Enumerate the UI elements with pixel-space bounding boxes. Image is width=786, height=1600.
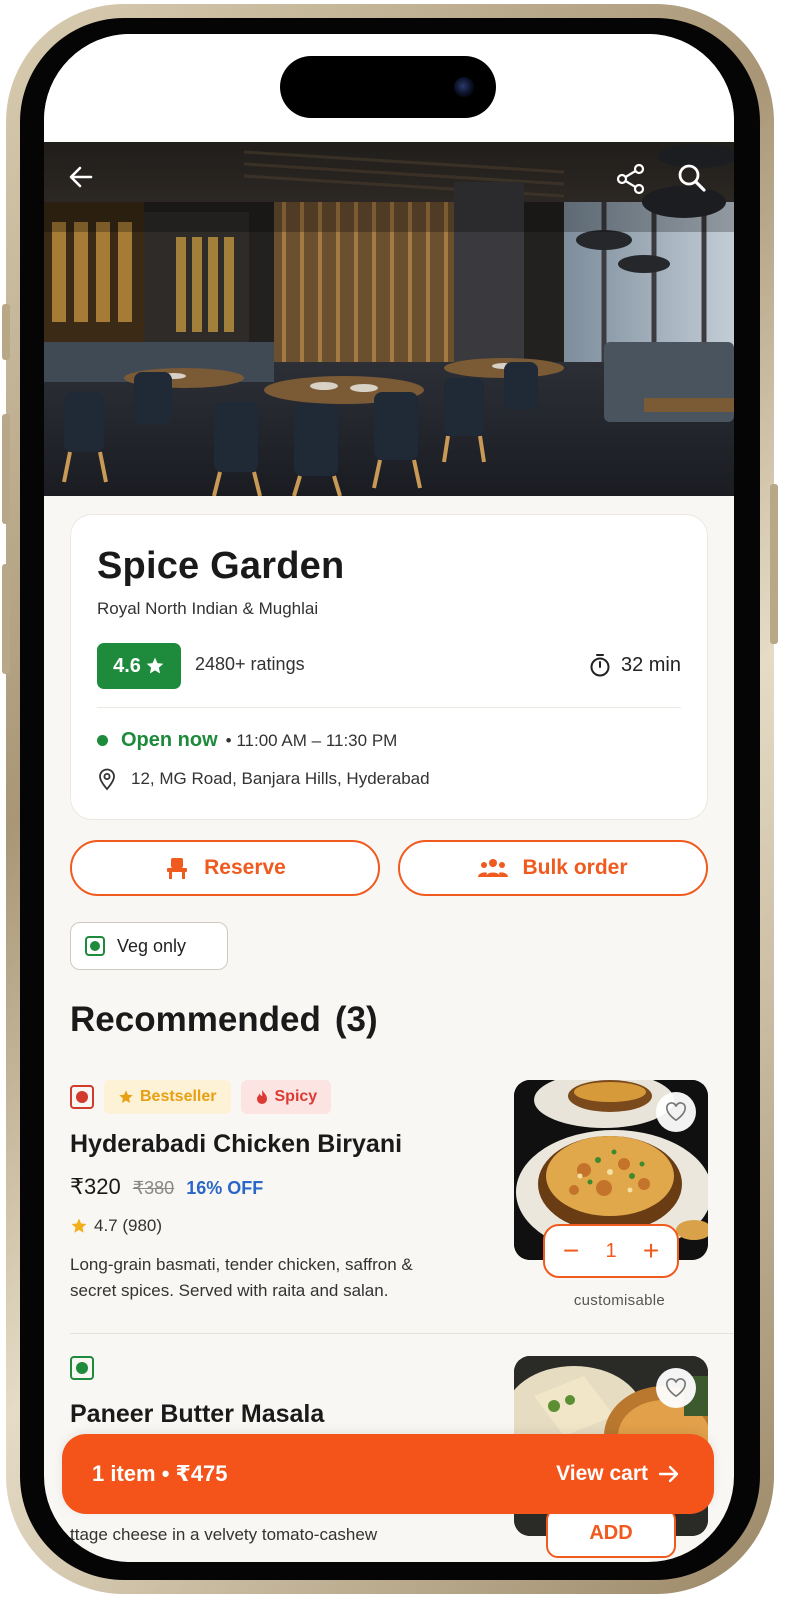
item-rating: 4.7 (980)	[70, 1216, 162, 1236]
dynamic-island	[280, 56, 496, 118]
quantity-value: 1	[605, 1239, 617, 1262]
item-tags	[70, 1356, 94, 1380]
item-price: ₹320	[70, 1174, 121, 1199]
bestseller-tag: Bestseller	[104, 1080, 231, 1114]
view-cart-button[interactable]: View cart	[556, 1462, 680, 1486]
customisable-note: customisable	[573, 1292, 665, 1309]
share-icon	[616, 163, 645, 195]
item-rating-value: 4.7 (980)	[94, 1216, 163, 1235]
section-count: (3)	[334, 1000, 378, 1039]
item-divider	[70, 1333, 734, 1334]
restaurant-name: Spice Garden	[97, 545, 345, 587]
share-button[interactable]	[614, 162, 658, 206]
volume-up-button	[2, 414, 10, 524]
app-screen: Spice Garden Royal North Indian & Mughla…	[44, 34, 734, 1562]
arrow-right-icon	[658, 1465, 679, 1483]
item-description: ttage cheese in a velvety tomato-cashew	[70, 1522, 500, 1548]
star-icon	[119, 1090, 133, 1103]
rating-value: 4.6	[113, 654, 141, 677]
description-line: Long-grain basmati, tender chicken, saff…	[70, 1255, 413, 1274]
item-discount: 16% OFF	[186, 1178, 264, 1198]
status-bar	[44, 34, 734, 142]
action-button	[2, 304, 10, 360]
chair-icon	[167, 858, 188, 879]
group-icon	[478, 859, 509, 877]
ratings-count[interactable]: 2480+ ratings	[195, 654, 305, 675]
spicy-label: Spicy	[274, 1088, 318, 1105]
add-label: ADD	[589, 1521, 633, 1544]
front-camera-icon	[454, 77, 474, 97]
favorite-button[interactable]	[656, 1368, 696, 1408]
item-tags: Bestseller Spicy	[70, 1080, 332, 1114]
item-mrp: ₹380	[132, 1178, 175, 1198]
increase-quantity-button[interactable]: +	[639, 1237, 663, 1265]
reserve-label: Reserve	[204, 856, 286, 879]
price-row: ₹320 ₹380 16% OFF	[70, 1174, 263, 1200]
stopwatch-icon	[590, 654, 610, 677]
decrease-quantity-button[interactable]: −	[559, 1237, 583, 1265]
search-button[interactable]	[676, 162, 720, 206]
description-line: secret spices. Served with raita and sal…	[70, 1281, 389, 1300]
opening-hours: Open now • 11:00 AM – 11:30 PM	[97, 729, 397, 752]
heart-icon	[666, 1378, 686, 1398]
bestseller-label: Bestseller	[140, 1088, 217, 1105]
section-title-text: Recommended	[70, 1000, 321, 1039]
address-row[interactable]: 12, MG Road, Banjara Hills, Hyderabad	[97, 767, 430, 791]
section-title: Recommended (3)	[70, 1000, 378, 1040]
eta-value: 32 min	[620, 653, 681, 676]
restaurant-hero-image	[44, 142, 734, 496]
veg-icon	[85, 936, 105, 956]
non-veg-icon	[70, 1085, 94, 1109]
address-text: 12, MG Road, Banjara Hills, Hyderabad	[131, 769, 430, 788]
view-cart-label: View cart	[556, 1462, 648, 1485]
star-icon	[146, 657, 164, 674]
heart-icon	[666, 1102, 686, 1122]
veg-only-label: Veg only	[117, 935, 187, 956]
open-status: Open now	[121, 729, 218, 751]
location-pin-icon	[99, 768, 115, 791]
veg-only-filter[interactable]: Veg only	[70, 922, 228, 970]
card-divider	[97, 707, 681, 708]
delivery-eta: 32 min	[589, 653, 681, 677]
flame-icon	[256, 1090, 267, 1104]
spicy-tag: Spicy	[240, 1080, 332, 1114]
description-line: ttage cheese in a velvety tomato-cashew	[70, 1525, 378, 1544]
view-cart-bar[interactable]: 1 item • ₹475 View cart	[62, 1434, 714, 1514]
bulk-order-button[interactable]: Bulk order	[398, 840, 708, 896]
back-button[interactable]	[66, 162, 110, 206]
cart-summary: 1 item • ₹475	[92, 1461, 228, 1486]
rating-badge[interactable]: 4.6	[97, 643, 181, 689]
item-description: Long-grain basmati, tender chicken, saff…	[70, 1252, 500, 1304]
favorite-button[interactable]	[656, 1092, 696, 1132]
power-button	[770, 484, 778, 644]
star-icon	[71, 1218, 87, 1233]
restaurant-cuisine: Royal North Indian & Mughlai	[97, 599, 319, 618]
veg-icon	[70, 1356, 94, 1380]
search-icon	[678, 164, 706, 192]
restaurant-info-card: Spice Garden Royal North Indian & Mughla…	[70, 514, 708, 820]
reserve-button[interactable]: Reserve	[70, 840, 380, 896]
item-name: Hyderabadi Chicken Biryani	[70, 1130, 403, 1158]
quantity-stepper[interactable]: − 1 +	[543, 1224, 679, 1278]
add-button[interactable]: ADD	[546, 1508, 676, 1558]
volume-down-button	[2, 564, 10, 674]
item-name: Paneer Butter Masala	[70, 1400, 325, 1428]
arrow-left-icon	[69, 166, 93, 188]
bulk-order-label: Bulk order	[522, 856, 628, 879]
open-status-dot	[97, 735, 108, 746]
hours-text: • 11:00 AM – 11:30 PM	[225, 730, 398, 750]
menu-item[interactable]: Bestseller Spicy Hyderabadi Chicken Biry…	[70, 1080, 708, 1330]
